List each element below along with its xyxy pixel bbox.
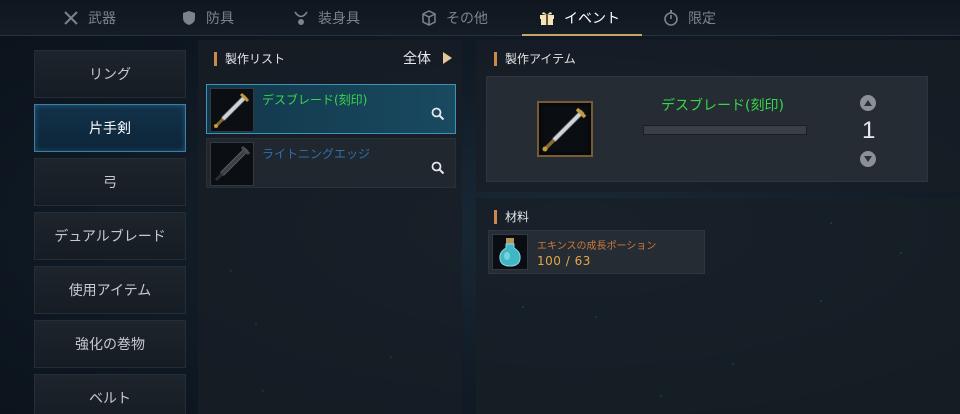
- tab-label: 防具: [206, 11, 234, 27]
- category-label: 使用アイテム: [68, 283, 152, 299]
- category-item-dual-blade[interactable]: デュアルブレード: [34, 212, 186, 260]
- sword-icon: [537, 101, 593, 157]
- tab-weapons[interactable]: 武器: [62, 0, 116, 36]
- craft-list-item-lightning-edge[interactable]: ライトニングエッジ: [206, 138, 456, 188]
- category-item-consumable[interactable]: 使用アイテム: [34, 266, 186, 314]
- category-label: ベルト: [89, 391, 131, 407]
- category-item-one-handed-sword[interactable]: 片手剣: [34, 104, 186, 152]
- shield-icon: [180, 9, 198, 27]
- materials-panel: 材料 エキンスの成長ポーション 100 / 63: [476, 198, 960, 414]
- crossed-swords-icon: [62, 9, 80, 27]
- material-item[interactable]: エキンスの成長ポーション 100 / 63: [488, 230, 705, 274]
- tab-accessories[interactable]: 装身具: [292, 0, 360, 36]
- header-accent: [494, 51, 497, 66]
- header-accent: [214, 51, 217, 66]
- category-tabbar: 武器 防具 装身具 その他 イベント 限定: [0, 0, 960, 36]
- tab-label: イベント: [564, 11, 620, 27]
- tab-label: 武器: [88, 11, 116, 27]
- tab-label: 限定: [688, 11, 716, 27]
- craft-item-name: デスブレード(刻印): [661, 98, 784, 114]
- quantity-value: 1: [862, 117, 876, 144]
- craft-item-name: ライトニングエッジ: [262, 147, 371, 161]
- category-item-ring[interactable]: リング: [34, 50, 186, 98]
- tab-event[interactable]: イベント: [522, 0, 642, 36]
- craft-list-item-death-blade[interactable]: デスブレード(刻印): [206, 84, 456, 134]
- category-label: 片手剣: [89, 121, 131, 137]
- tab-label: 装身具: [318, 11, 360, 27]
- box-icon: [420, 9, 438, 27]
- category-label: デュアルブレード: [54, 229, 166, 245]
- dark-sword-icon: [210, 142, 254, 186]
- materials-header: 材料: [494, 208, 529, 225]
- search-icon[interactable]: [431, 160, 445, 179]
- category-item-bow[interactable]: 弓: [34, 158, 186, 206]
- stopwatch-icon: [662, 9, 680, 27]
- filter-label: 全体: [403, 51, 431, 67]
- sword-icon: [210, 88, 254, 132]
- craft-item-title: 製作アイテム: [505, 52, 576, 66]
- craft-item-name: デスブレード(刻印): [262, 93, 368, 107]
- category-label: 弓: [103, 175, 117, 191]
- craft-item-header: 製作アイテム: [494, 50, 576, 67]
- triangle-up-icon: [864, 100, 872, 106]
- triangle-down-icon: [864, 156, 872, 162]
- tab-label: その他: [446, 11, 488, 27]
- craft-item-panel: 製作アイテム デスブレード(刻印) 1: [476, 40, 960, 192]
- necklace-icon: [292, 9, 310, 27]
- tab-limited[interactable]: 限定: [662, 0, 716, 36]
- tab-other[interactable]: その他: [420, 0, 488, 36]
- craft-list-title: 製作リスト: [225, 52, 286, 66]
- craft-list-panel: 製作リスト 全体 デスブレード(刻印) ライトニングエッジ: [198, 40, 462, 414]
- craft-item-detail: デスブレード(刻印) 1: [486, 76, 928, 182]
- search-icon[interactable]: [431, 106, 445, 125]
- quantity-increase-button[interactable]: [860, 95, 876, 111]
- materials-title: 材料: [505, 210, 530, 224]
- play-arrow-icon: [443, 52, 452, 64]
- category-item-belt[interactable]: ベルト: [34, 374, 186, 414]
- filter-selector[interactable]: 全体: [403, 48, 452, 68]
- tab-armor[interactable]: 防具: [180, 0, 234, 36]
- header-accent: [494, 209, 497, 224]
- category-label: 強化の巻物: [75, 337, 145, 353]
- gift-icon: [538, 9, 556, 27]
- material-count: 100 / 63: [537, 254, 591, 268]
- potion-icon: [492, 234, 528, 270]
- craft-progress-bar: [643, 125, 807, 135]
- quantity-decrease-button[interactable]: [860, 151, 876, 167]
- craft-list-header: 製作リスト: [214, 50, 285, 67]
- material-name: エキンスの成長ポーション: [537, 241, 657, 252]
- category-item-enhance-scroll[interactable]: 強化の巻物: [34, 320, 186, 368]
- category-label: リング: [89, 67, 131, 83]
- category-list: リング 片手剣 弓 デュアルブレード 使用アイテム 強化の巻物 ベルト: [20, 36, 195, 414]
